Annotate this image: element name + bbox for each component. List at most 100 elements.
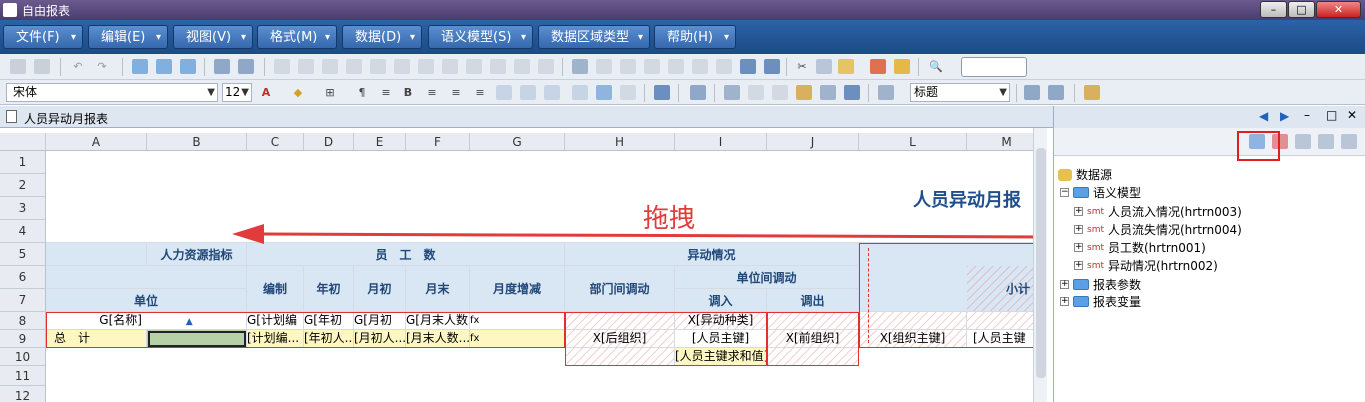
tree-item-model[interactable]: + smt 异动情况(hrtrn002) — [1074, 257, 1218, 274]
user-settings-icon[interactable] — [844, 85, 860, 100]
scrollbar-thumb[interactable] — [1036, 148, 1046, 378]
align-center-icon[interactable]: ≡ — [448, 85, 464, 100]
align-left-icon[interactable]: ≡ — [424, 85, 440, 100]
subtotal-icon[interactable] — [514, 59, 530, 74]
font-color-icon[interactable]: A — [258, 85, 274, 100]
image-insert-icon[interactable] — [572, 85, 588, 100]
collapse-icon[interactable]: − — [1060, 188, 1069, 197]
find-icon[interactable]: 🔍 — [928, 59, 944, 74]
font-size-select[interactable]: 12 ▼ — [222, 83, 252, 102]
export-icon[interactable] — [1084, 85, 1100, 100]
valign-bottom-icon[interactable] — [544, 85, 560, 100]
print-icon[interactable] — [238, 59, 254, 74]
minimize-button[interactable]: – — [1260, 1, 1287, 18]
redo-icon[interactable]: ↷ — [94, 59, 110, 74]
formula-icon[interactable] — [442, 59, 458, 74]
row-icon[interactable] — [772, 85, 788, 100]
menu-view[interactable]: 视图(V) — [173, 25, 253, 50]
sort-asc-icon[interactable] — [274, 59, 290, 74]
valign-middle-icon[interactable] — [520, 85, 536, 100]
filter-icon[interactable] — [322, 59, 338, 74]
tools-icon[interactable] — [820, 85, 836, 100]
border-icon[interactable]: ⊞ — [322, 85, 338, 100]
format-painter-icon[interactable] — [894, 59, 910, 74]
menu-format[interactable]: 格式(M) — [257, 25, 337, 50]
data-set-icon[interactable] — [690, 85, 706, 100]
table-icon[interactable] — [654, 85, 670, 100]
tree-item-datasource[interactable]: 数据源 — [1058, 166, 1112, 183]
expand-icon[interactable]: + — [1060, 280, 1069, 289]
zoom-in-icon[interactable] — [1024, 85, 1040, 100]
chart-icon[interactable] — [418, 59, 434, 74]
lock-icon[interactable] — [716, 59, 732, 74]
tree-item-report-params[interactable]: + 报表参数 — [1060, 276, 1141, 293]
menu-semantic-model[interactable]: 语义模型(S) — [428, 25, 533, 50]
tree-item-model[interactable]: + smt 人员流入情况(hrtrn003) — [1074, 203, 1242, 220]
cut-icon[interactable]: ✂ — [794, 59, 810, 74]
insert-column-icon[interactable] — [394, 59, 410, 74]
edit-datasource-icon[interactable] — [1295, 134, 1311, 149]
preview-icon[interactable] — [180, 59, 196, 74]
menu-data[interactable]: 数据(D) — [342, 25, 422, 50]
expand-icon[interactable]: + — [1074, 225, 1083, 234]
merge-icon[interactable] — [466, 59, 482, 74]
fill-color-icon[interactable]: ◆ — [290, 85, 306, 100]
print-preview-icon[interactable] — [214, 59, 230, 74]
tree-item-report-vars[interactable]: + 报表变量 — [1060, 293, 1141, 310]
spreadsheet-grid[interactable]: A B C D E F G H I J L M 1 2 3 4 5 6 7 8 … — [0, 128, 1045, 402]
paste-icon[interactable] — [838, 59, 854, 74]
condition-icon[interactable] — [644, 59, 660, 74]
sort-desc-icon[interactable] — [298, 59, 314, 74]
folder-icon[interactable] — [796, 85, 812, 100]
valign-top-icon[interactable] — [496, 85, 512, 100]
close-icon[interactable]: ✕ — [1347, 108, 1357, 122]
cell-properties-icon[interactable] — [132, 59, 148, 74]
indent-icon[interactable]: ≡ — [378, 85, 394, 100]
font-family-select[interactable]: 宋体 ▼ — [6, 83, 218, 102]
tree-item-model[interactable]: + smt 员工数(hrtrn001) — [1074, 239, 1206, 256]
add-icon[interactable] — [668, 59, 684, 74]
move-left-icon[interactable] — [1341, 134, 1357, 149]
group-icon[interactable] — [346, 59, 362, 74]
minimize-icon[interactable]: – — [1304, 108, 1310, 122]
align-right-icon[interactable]: ≡ — [472, 85, 488, 100]
tree-item-model[interactable]: + smt 人员流失情况(hrtrn004) — [1074, 221, 1242, 238]
vertical-scrollbar[interactable] — [1033, 128, 1047, 402]
expand-icon[interactable]: + — [1074, 207, 1083, 216]
split-icon[interactable] — [490, 59, 506, 74]
expand-icon[interactable]: + — [1074, 243, 1083, 252]
menu-help[interactable]: 帮助(H) — [654, 25, 736, 50]
link-icon[interactable] — [692, 59, 708, 74]
menu-data-region-type[interactable]: 数据区域类型 — [538, 25, 650, 50]
bold-icon[interactable]: B — [400, 85, 416, 100]
arrow-right-icon[interactable]: ▶ — [1280, 109, 1289, 123]
grid-icon[interactable] — [724, 85, 740, 100]
config-icon[interactable] — [878, 85, 894, 100]
crosstab-icon[interactable] — [538, 59, 554, 74]
wrap-text-icon[interactable]: ¶ — [354, 85, 370, 100]
tree-item-semantic-model[interactable]: − 语义模型 — [1060, 184, 1141, 201]
expand-icon[interactable]: + — [1074, 261, 1083, 270]
arrow-left-icon[interactable]: ◀ — [1259, 109, 1268, 123]
page-setup-icon[interactable] — [596, 59, 612, 74]
freeze-icon[interactable] — [620, 59, 636, 74]
maximize-button[interactable]: □ — [1288, 1, 1315, 18]
zoom-out-icon[interactable] — [1048, 85, 1064, 100]
toolbar-search-input[interactable] — [961, 57, 1027, 77]
expand-icon[interactable]: + — [1060, 297, 1069, 306]
close-button[interactable]: ✕ — [1316, 1, 1361, 18]
clear-format-icon[interactable] — [870, 59, 886, 74]
column-icon[interactable] — [748, 85, 764, 100]
list-icon[interactable] — [740, 59, 756, 74]
user-icon[interactable] — [764, 59, 780, 74]
image-icon[interactable] — [156, 59, 172, 74]
settings-icon[interactable] — [572, 59, 588, 74]
chart-insert-icon[interactable] — [620, 85, 636, 100]
copy-icon[interactable] — [816, 59, 832, 74]
move-right-icon[interactable] — [1318, 134, 1334, 149]
menu-file[interactable]: 文件(F) — [3, 25, 83, 50]
picture-icon[interactable] — [596, 85, 612, 100]
save-icon[interactable] — [10, 59, 26, 74]
document-tab[interactable]: 人员异动月报表 — [0, 106, 1053, 128]
restore-icon[interactable]: □ — [1326, 108, 1337, 122]
